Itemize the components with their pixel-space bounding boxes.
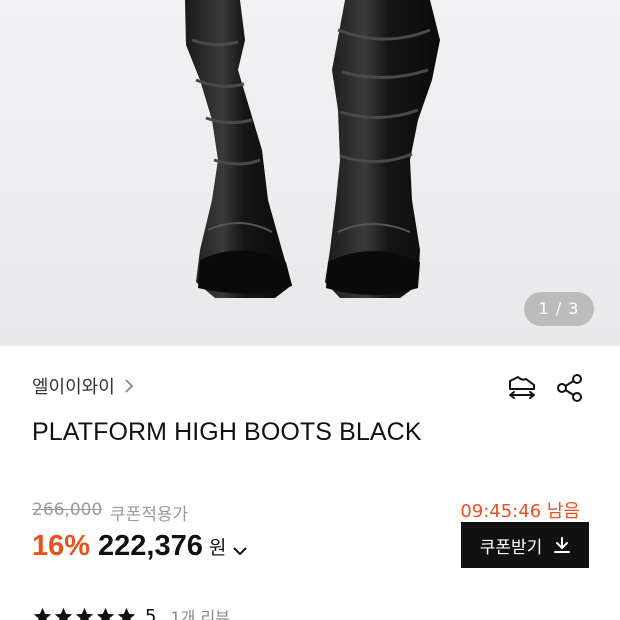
rating-value: 5 xyxy=(145,605,157,620)
currency-label: 원 xyxy=(208,536,227,559)
chevron-down-icon xyxy=(232,541,248,556)
star-rating xyxy=(32,606,137,620)
chevron-right-icon xyxy=(123,377,135,395)
star-icon xyxy=(96,607,115,620)
star-icon xyxy=(33,607,52,620)
image-page-indicator: 1 / 3 xyxy=(524,292,594,326)
coupon-button-label: 쿠폰받기 xyxy=(479,537,543,558)
size-guide-icon xyxy=(506,373,538,407)
product-title: PLATFORM HIGH BOOTS BLACK xyxy=(32,418,422,446)
review-count-link[interactable]: 1개 리뷰 xyxy=(170,604,229,620)
deal-timer: 09:45:46 남음 xyxy=(460,501,580,522)
discount-rate: 16% xyxy=(32,529,91,562)
star-icon xyxy=(54,607,73,620)
get-coupon-button[interactable]: 쿠폰받기 xyxy=(461,522,589,568)
star-icon xyxy=(75,607,94,620)
download-icon xyxy=(554,536,571,554)
brand-link[interactable]: 엘이이와이 xyxy=(32,372,135,400)
share-button[interactable] xyxy=(552,372,588,408)
share-icon xyxy=(555,373,585,407)
price-row[interactable]: 16% 222,376 원 xyxy=(32,528,248,564)
rating-row[interactable]: 5 1개 리뷰 xyxy=(32,604,230,620)
size-guide-button[interactable] xyxy=(504,372,540,408)
sale-price: 222,376 xyxy=(98,529,203,562)
boots-illustration xyxy=(185,0,440,298)
star-icon xyxy=(117,607,136,620)
original-price: 266,000 xyxy=(32,500,103,520)
brand-name: 엘이이와이 xyxy=(32,377,115,398)
coupon-price-label: 쿠폰적용가 xyxy=(110,505,189,525)
product-image[interactable]: 1 / 3 xyxy=(0,0,620,346)
